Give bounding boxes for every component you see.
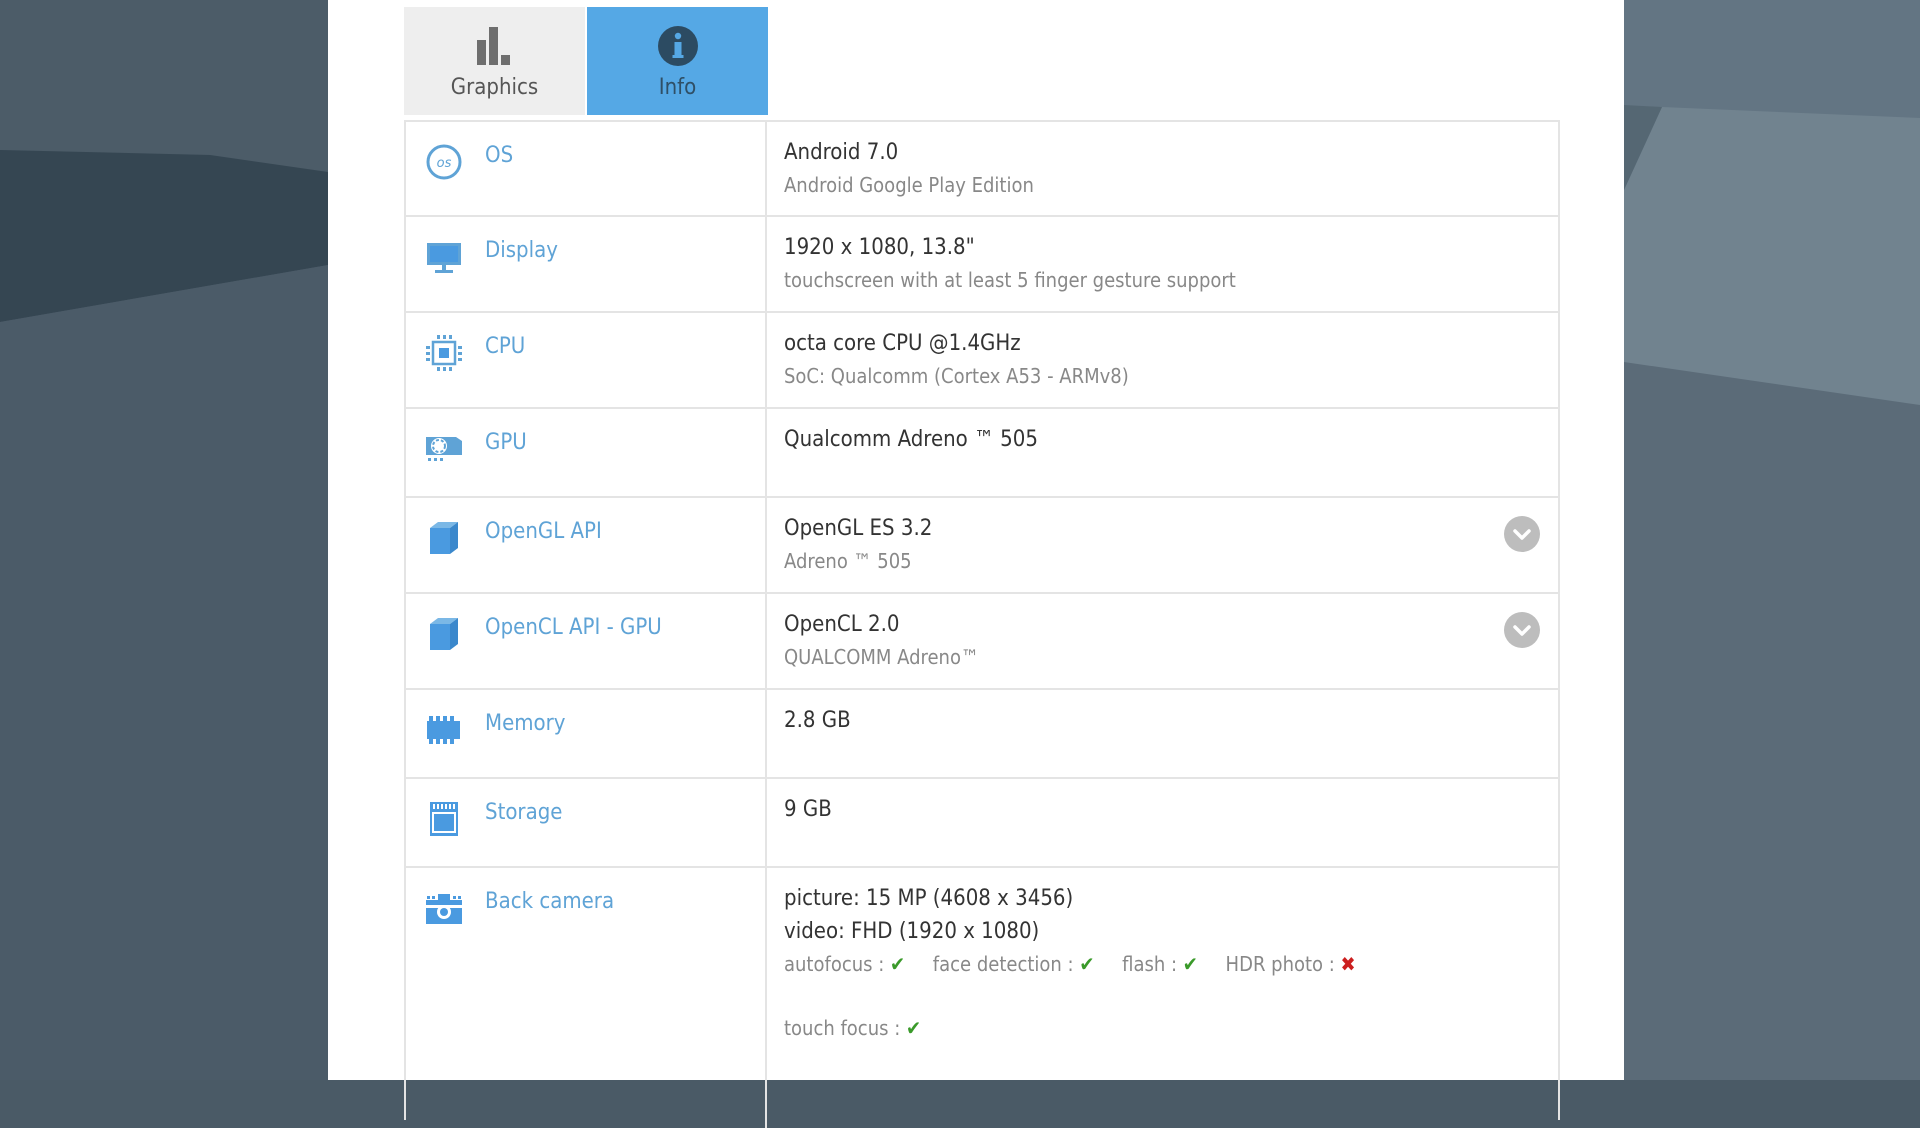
spec-label: Memory — [485, 711, 566, 736]
label-cell: Back camera — [406, 868, 767, 1128]
os-icon: os — [424, 142, 464, 182]
chevron-down-icon — [1513, 625, 1531, 636]
spec-detail: Android Google Play Edition — [784, 173, 1034, 197]
gpu-icon — [424, 429, 464, 469]
feature-autofocus: autofocus : ✔ — [784, 948, 905, 980]
spec-label: OpenGL API — [485, 519, 602, 544]
camera-icon — [424, 888, 464, 928]
check-icon: ✔ — [1079, 952, 1095, 976]
spec-value: 1920 x 1080, 13.8" — [784, 235, 975, 260]
spec-label: OpenCL API - GPU — [485, 615, 662, 640]
feature-label: touch focus : — [784, 1016, 901, 1040]
feature-label: flash : — [1122, 952, 1178, 976]
cross-icon: ✖ — [1340, 952, 1356, 976]
value-cell: OpenGL ES 3.2 Adreno ™ 505 — [784, 512, 1558, 577]
spec-value: 9 GB — [784, 797, 832, 822]
svg-text:os: os — [437, 156, 452, 171]
expand-opencl-button[interactable] — [1504, 612, 1540, 648]
tab-graphics[interactable]: Graphics — [404, 7, 585, 115]
feature-label: autofocus : — [784, 952, 885, 976]
label-cell: Storage — [406, 779, 767, 866]
label-cell: GPU — [406, 409, 767, 496]
feature-flash: flash : ✔ — [1122, 948, 1198, 980]
label-cell: OpenGL API — [406, 498, 767, 592]
tab-info[interactable]: Info — [587, 7, 768, 115]
feature-label: face detection : — [932, 952, 1074, 976]
value-cell: octa core CPU @1.4GHz SoC: Qualcomm (Cor… — [784, 327, 1558, 392]
check-icon: ✔ — [890, 952, 906, 976]
value-cell: OpenCL 2.0 QUALCOMM Adreno™ — [784, 608, 1558, 673]
spec-value: Qualcomm Adreno ™ 505 — [784, 427, 1038, 452]
check-icon: ✔ — [1182, 952, 1198, 976]
spec-row-display: Display 1920 x 1080, 13.8" touchscreen w… — [406, 217, 1558, 313]
cube-icon — [424, 518, 464, 558]
bar-chart-icon — [475, 25, 515, 71]
spec-label: Display — [485, 238, 558, 263]
spec-value-video: video: FHD (1920 x 1080) — [784, 919, 1040, 944]
sd-card-icon — [424, 799, 464, 839]
chevron-down-icon — [1513, 529, 1531, 540]
info-icon — [657, 25, 699, 71]
spec-label: OS — [485, 143, 514, 168]
value-cell: 1920 x 1080, 13.8" touchscreen with at l… — [784, 231, 1558, 296]
cube-icon — [424, 614, 464, 654]
spec-value: OpenCL 2.0 — [784, 612, 900, 637]
value-cell: Android 7.0 Android Google Play Edition — [784, 136, 1558, 201]
value-cell: 9 GB — [784, 793, 1558, 826]
spec-value: 2.8 GB — [784, 708, 851, 733]
tab-label: Info — [658, 75, 697, 100]
label-cell: os OS — [406, 122, 767, 215]
spec-row-opengl: OpenGL API OpenGL ES 3.2 Adreno ™ 505 — [406, 498, 1558, 594]
cpu-icon — [424, 333, 464, 373]
label-cell: Display — [406, 217, 767, 311]
spec-label: GPU — [485, 430, 527, 455]
spec-label: CPU — [485, 334, 526, 359]
spec-row-os: os OS Android 7.0 Android Google Play Ed… — [406, 122, 1558, 217]
label-cell: OpenCL API - GPU — [406, 594, 767, 688]
feature-touch-focus: touch focus : ✔ — [784, 1012, 921, 1044]
camera-features-2: touch focus : ✔ — [784, 1012, 1558, 1044]
tab-label: Graphics — [450, 75, 539, 100]
label-cell: CPU — [406, 313, 767, 407]
label-cell: Memory — [406, 690, 767, 777]
feature-label: HDR photo : — [1225, 952, 1335, 976]
camera-features: autofocus : ✔ face detection : ✔ flash :… — [784, 948, 1558, 980]
spec-value: Android 7.0 — [784, 140, 899, 165]
spec-value: octa core CPU @1.4GHz — [784, 331, 1021, 356]
feature-face-detection: face detection : ✔ — [933, 948, 1095, 980]
spec-label: Storage — [485, 800, 563, 825]
spec-detail: Adreno ™ 505 — [784, 549, 912, 573]
value-cell: 2.8 GB — [784, 704, 1558, 737]
memory-icon — [424, 710, 464, 750]
expand-opengl-button[interactable] — [1504, 516, 1540, 552]
spec-value: OpenGL ES 3.2 — [784, 516, 933, 541]
value-cell: Qualcomm Adreno ™ 505 — [784, 423, 1558, 456]
spec-detail: QUALCOMM Adreno™ — [784, 645, 979, 669]
value-cell: picture: 15 MP (4608 x 3456) video: FHD … — [784, 882, 1558, 1044]
spec-row-back-camera: Back camera picture: 15 MP (4608 x 3456)… — [406, 868, 1558, 1128]
specs-table: os OS Android 7.0 Android Google Play Ed… — [404, 120, 1560, 1128]
feature-hdr-photo: HDR photo : ✖ — [1226, 948, 1356, 980]
spec-value: picture: 15 MP (4608 x 3456) — [784, 886, 1074, 911]
spec-row-storage: Storage 9 GB — [406, 779, 1558, 868]
spec-detail: SoC: Qualcomm (Cortex A53 - ARMv8) — [784, 364, 1129, 388]
spec-label: Back camera — [485, 889, 615, 914]
spec-row-memory: Memory 2.8 GB — [406, 690, 1558, 779]
spec-detail: touchscreen with at least 5 finger gestu… — [784, 268, 1236, 292]
spec-row-gpu: GPU Qualcomm Adreno ™ 505 — [406, 409, 1558, 498]
spec-row-cpu: CPU octa core CPU @1.4GHz SoC: Qualcomm … — [406, 313, 1558, 409]
monitor-icon — [424, 237, 464, 277]
spec-row-opencl: OpenCL API - GPU OpenCL 2.0 QUALCOMM Adr… — [406, 594, 1558, 690]
check-icon: ✔ — [905, 1016, 922, 1040]
